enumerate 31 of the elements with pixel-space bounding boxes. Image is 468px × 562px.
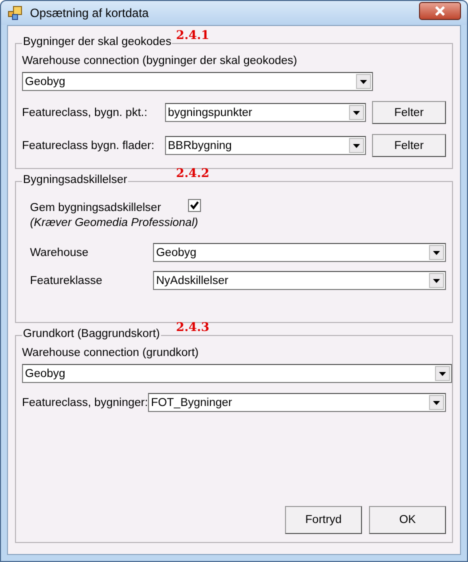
dropdown[interactable]: FOT_Bygninger xyxy=(148,393,446,412)
dropdown[interactable]: BBRbygning xyxy=(164,136,366,155)
checkbox[interactable] xyxy=(188,198,202,212)
checkbox-label: Gem bygningsadskillelser xyxy=(30,202,162,214)
field-label: Featureclass, bygn. pkt.: xyxy=(22,106,148,118)
group-title: Grundkort (Baggrundskort) xyxy=(22,328,161,340)
fields-button[interactable]: Felter xyxy=(372,101,446,124)
field-label: Warehouse connection (grundkort) xyxy=(22,347,200,359)
field-label: Warehouse xyxy=(30,246,90,258)
dropdown[interactable]: Geobyg xyxy=(22,364,452,383)
dropdown[interactable]: Geobyg xyxy=(153,243,446,262)
cancel-button[interactable]: Fortryd xyxy=(285,506,362,534)
close-icon xyxy=(434,6,446,16)
ok-button[interactable]: OK xyxy=(369,506,446,534)
section-number: 2.4.2 xyxy=(176,166,210,180)
field-label: Featureclass, bygninger: xyxy=(22,396,148,408)
window-title: Opsætning af kortdata xyxy=(30,6,150,20)
dropdown[interactable]: NyAdskillelser xyxy=(153,271,446,290)
fields-button[interactable]: Felter xyxy=(372,134,446,157)
field-label: Featureclass bygn. flader: xyxy=(22,140,156,152)
dropdown[interactable]: bygningspunkter xyxy=(164,103,366,122)
field-label: Warehouse connection (bygninger der skal geokodes) xyxy=(22,55,298,67)
group-title: Bygninger der skal geokodes xyxy=(22,36,172,48)
close-button[interactable] xyxy=(419,2,461,20)
dropdown[interactable]: Geobyg xyxy=(22,72,373,91)
section-number: 2.4.3 xyxy=(176,320,210,334)
section-number: 2.4.1 xyxy=(176,28,210,42)
note-text: (Kræver Geomedia Professional) xyxy=(30,217,200,229)
app-icon xyxy=(8,6,22,20)
field-label: Featureklasse xyxy=(30,274,104,286)
group-title: Bygningsadskillelser xyxy=(22,174,128,186)
